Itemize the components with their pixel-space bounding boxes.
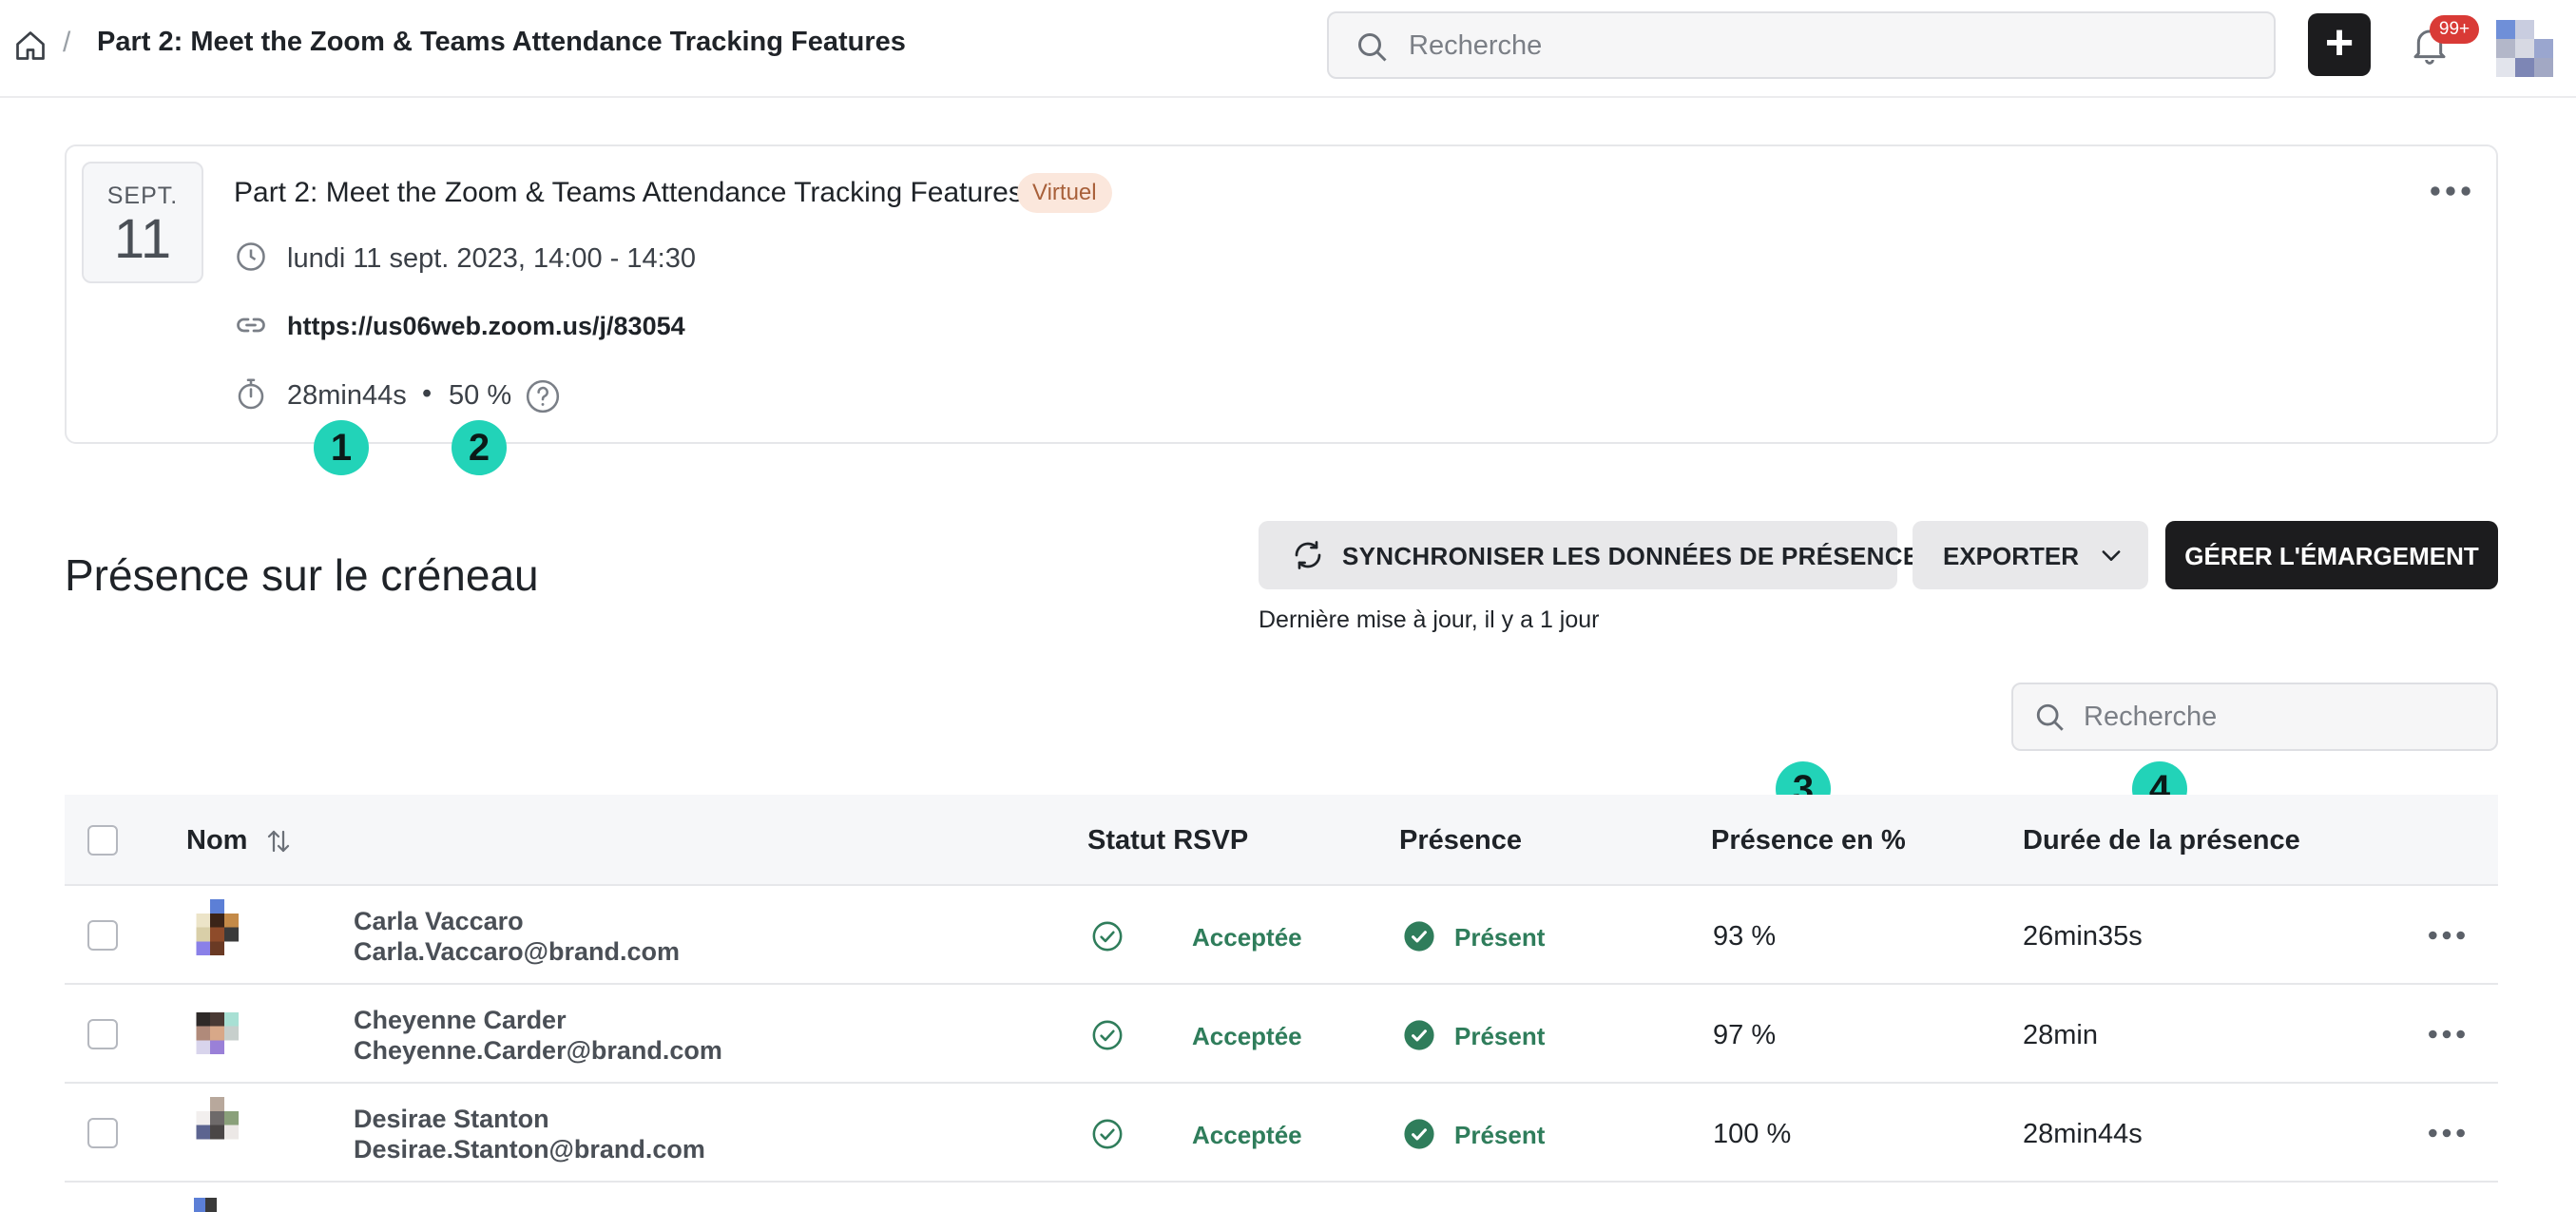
avatar: [196, 899, 239, 956]
table-row[interactable]: Carla Vaccaro Carla.Vaccaro@brand.com Ac…: [65, 886, 2498, 985]
global-search-input[interactable]: [1409, 23, 2245, 68]
select-all-checkbox[interactable]: [87, 825, 118, 856]
presence-duration: 26min35s: [2023, 921, 2143, 952]
user-avatar[interactable]: [2496, 19, 2553, 78]
presence-status: Présent: [1454, 1121, 1546, 1149]
help-icon[interactable]: [525, 378, 561, 414]
event-meeting-link[interactable]: https://us06web.zoom.us/j/83054: [287, 312, 685, 341]
event-datetime: lundi 11 sept. 2023, 14:00 - 14:30: [287, 243, 696, 274]
avatar: [196, 1097, 239, 1140]
column-header-presence-pct: Présence en %: [1711, 825, 1906, 856]
attendee-name: Desirae Stanton: [354, 1105, 549, 1133]
check-circle-filled-icon: [1404, 921, 1434, 952]
global-search[interactable]: [1327, 11, 2276, 79]
search-icon: [2036, 703, 2064, 731]
last-update-text: Dernière mise à jour, il y a 1 jour: [1259, 606, 1600, 633]
more-horizontal-icon[interactable]: [2428, 922, 2466, 949]
table-row[interactable]: Desirae Stanton Desirae.Stanton@brand.co…: [65, 1084, 2498, 1183]
event-month: SEPT.: [106, 183, 179, 209]
table-header: Nom Statut RSVP Présence Présence en % D…: [65, 795, 2498, 886]
manage-signin-label: GÉRER L'ÉMARGEMENT: [2184, 542, 2479, 570]
attendee-email: Desirae.Stanton@brand.com: [354, 1135, 705, 1164]
attendee-name: Carla Vaccaro: [354, 907, 524, 935]
more-horizontal-icon[interactable]: [2428, 1021, 2466, 1048]
column-header-presence-duration: Durée de la présence: [2023, 825, 2300, 856]
presence-duration: 28min: [2023, 1020, 2098, 1050]
table-search[interactable]: [2011, 683, 2498, 751]
avatar: [194, 1198, 217, 1212]
row-checkbox[interactable]: [87, 1118, 118, 1148]
home-icon[interactable]: [13, 29, 48, 63]
attendee-email: Cheyenne.Carder@brand.com: [354, 1036, 722, 1065]
section-title: Présence sur le créneau: [65, 550, 539, 600]
separator-dot: •: [422, 378, 433, 409]
row-checkbox[interactable]: [87, 1019, 118, 1049]
column-header-rsvp: Statut RSVP: [1087, 825, 1249, 856]
check-circle-outline-icon: [1092, 1020, 1123, 1050]
table-row[interactable]: Cheyenne Carder Cheyenne.Carder@brand.co…: [65, 985, 2498, 1084]
search-icon: [1358, 33, 1387, 62]
notification-badge: 99+: [2430, 15, 2479, 44]
sync-attendance-button[interactable]: SYNCHRONISER LES DONNÉES DE PRÉSENCE: [1259, 521, 1919, 589]
attendee-name: Cheyenne Carder: [354, 1006, 567, 1034]
page-title: Part 2: Meet the Zoom & Teams Attendance…: [97, 27, 906, 57]
add-button[interactable]: +: [2308, 13, 2371, 76]
presence-status: Présent: [1454, 1022, 1546, 1050]
presence-percent: 93 %: [1713, 921, 1777, 952]
check-circle-filled-icon: [1404, 1119, 1434, 1149]
table-search-input[interactable]: [2084, 694, 2483, 740]
annotation-marker: 1: [314, 420, 369, 475]
sync-icon: [1295, 541, 1321, 569]
presence-status: Présent: [1454, 923, 1546, 952]
event-title: Part 2: Meet the Zoom & Teams Attendance…: [234, 177, 1023, 208]
table-row[interactable]: [65, 1184, 2498, 1212]
more-horizontal-icon[interactable]: [2428, 1120, 2466, 1146]
check-circle-outline-icon: [1092, 1119, 1123, 1149]
event-duration: 28min44s: [287, 380, 407, 411]
rsvp-status: Acceptée: [1192, 1022, 1302, 1050]
plus-icon: +: [2324, 15, 2355, 70]
presence-duration: 28min44s: [2023, 1119, 2143, 1149]
check-circle-outline-icon: [1092, 921, 1123, 952]
more-horizontal-icon[interactable]: [2430, 177, 2471, 205]
chevron-down-icon: [2102, 550, 2121, 561]
event-attendance-percent: 50 %: [449, 380, 512, 411]
column-header-presence: Présence: [1399, 825, 1522, 856]
row-checkbox[interactable]: [87, 920, 118, 951]
avatar: [196, 1011, 239, 1055]
check-circle-filled-icon: [1404, 1020, 1434, 1050]
sync-attendance-label: SYNCHRONISER LES DONNÉES DE PRÉSENCE: [1342, 542, 1920, 570]
presence-percent: 100 %: [1713, 1119, 1792, 1149]
stopwatch-icon: [238, 378, 264, 410]
breadcrumb-separator: /: [63, 27, 71, 58]
annotation-marker: 2: [452, 420, 507, 475]
sort-icon[interactable]: [264, 827, 293, 856]
rsvp-status: Acceptée: [1192, 1121, 1302, 1149]
link-icon: [237, 317, 265, 333]
rsvp-status: Acceptée: [1192, 923, 1302, 952]
event-type-badge: Virtuel: [1017, 173, 1112, 213]
clock-icon: [237, 242, 265, 271]
presence-percent: 97 %: [1713, 1020, 1777, 1050]
attendee-email: Carla.Vaccaro@brand.com: [354, 937, 680, 966]
export-label: EXPORTER: [1943, 542, 2080, 570]
column-header-name[interactable]: Nom: [186, 825, 247, 856]
top-bar: / Part 2: Meet the Zoom & Teams Attendan…: [0, 0, 2576, 98]
event-day: 11: [113, 208, 172, 270]
event-date-badge: SEPT. 11: [82, 162, 203, 283]
export-dropdown-button[interactable]: EXPORTER: [1913, 521, 2148, 589]
manage-signin-button[interactable]: GÉRER L'ÉMARGEMENT: [2165, 521, 2498, 589]
